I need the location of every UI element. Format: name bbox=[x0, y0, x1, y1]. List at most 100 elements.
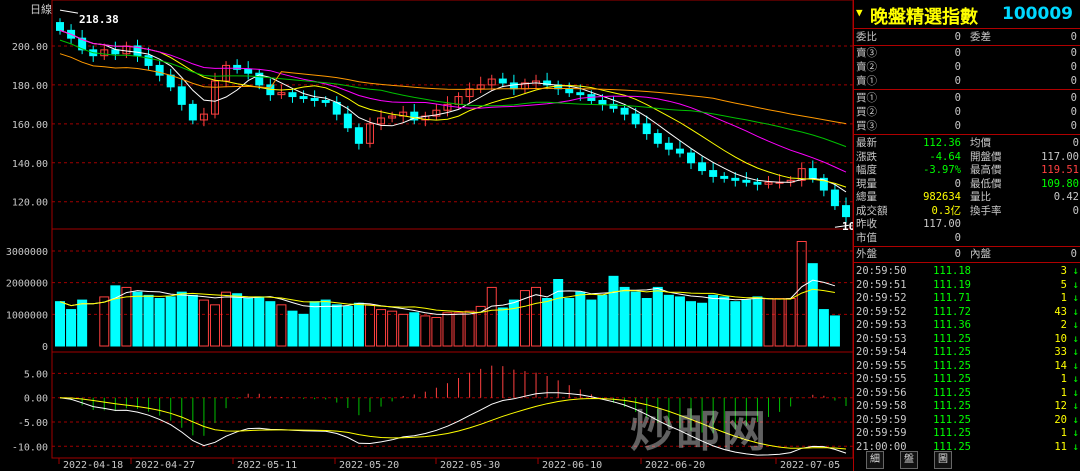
candle-body bbox=[642, 123, 651, 135]
tick-row: 20:59:55 111.25 14 ↓ bbox=[854, 359, 1080, 373]
volume-bar bbox=[387, 310, 398, 347]
volume-bar bbox=[309, 301, 320, 347]
volume-bar bbox=[708, 294, 719, 347]
tick-price: 111.25 bbox=[933, 427, 971, 439]
tick-row: 20:59:59 111.25 20 ↓ bbox=[854, 413, 1080, 427]
quote-row: 幅度 -3.97% 最高價 119.51 bbox=[854, 163, 1080, 177]
value: 119.51 bbox=[1041, 164, 1079, 176]
volume-bar bbox=[331, 304, 342, 347]
candle-body bbox=[498, 78, 507, 84]
candle-body bbox=[620, 107, 629, 115]
tick-qty: 3 bbox=[1060, 265, 1067, 277]
volume-bar bbox=[674, 296, 685, 347]
tick-qty: 5 bbox=[1060, 278, 1067, 291]
price-tick-label: 200.00 bbox=[12, 42, 48, 53]
volume-tick-label: 0 bbox=[42, 342, 48, 353]
order-ratio-row: 委比 0 委差 0 bbox=[854, 30, 1080, 44]
label: 最低價 bbox=[970, 177, 1002, 190]
buy-row: 買② 0 0 bbox=[854, 105, 1080, 119]
tick-dir: ↓ bbox=[1072, 278, 1079, 291]
volume-bar bbox=[763, 298, 774, 347]
tick-dir: ↓ bbox=[1072, 332, 1079, 345]
candle-body bbox=[188, 103, 197, 121]
volume-bar bbox=[353, 302, 364, 347]
candle-body bbox=[753, 181, 762, 185]
value: 0 bbox=[954, 31, 961, 43]
tick-row: 20:59:52 111.71 1 ↓ bbox=[854, 291, 1080, 305]
value: -4.64 bbox=[929, 150, 961, 163]
tick-row: 20:59:53 111.25 10 ↓ bbox=[854, 332, 1080, 346]
candle-body bbox=[631, 113, 640, 125]
price-tick-label: 180.00 bbox=[12, 81, 48, 92]
label: 買③ bbox=[856, 120, 877, 132]
tick-time: 20:59:55 bbox=[856, 373, 907, 385]
label: 幅度 bbox=[856, 164, 877, 176]
tick-price: 111.19 bbox=[933, 278, 971, 291]
volume-bar bbox=[641, 298, 652, 347]
tick-dir: ↓ bbox=[1072, 319, 1079, 331]
tick-price: 111.36 bbox=[933, 319, 971, 331]
value: 0 bbox=[954, 75, 961, 87]
tick-time: 20:59:52 bbox=[856, 305, 907, 318]
tick-dir: ↓ bbox=[1072, 386, 1079, 399]
quote-row: 市值 0 bbox=[854, 231, 1080, 245]
value: 0 bbox=[1070, 106, 1077, 118]
volume-bar bbox=[553, 279, 564, 347]
volume-bar bbox=[774, 298, 785, 347]
tick-qty: 1 bbox=[1060, 292, 1067, 304]
label: 最新 bbox=[856, 137, 877, 149]
tick-time: 20:59:53 bbox=[856, 332, 907, 345]
date-label: 2022-06-10 bbox=[542, 460, 602, 471]
value: 0 bbox=[954, 248, 961, 260]
tick-dir: ↓ bbox=[1072, 359, 1079, 372]
label: 成交額 bbox=[856, 204, 888, 217]
watermark: 炒邮网 bbox=[630, 406, 768, 457]
candle-body bbox=[299, 96, 308, 100]
value: 0 bbox=[954, 177, 961, 190]
tick-dir: ↓ bbox=[1072, 400, 1079, 412]
volume-bar bbox=[232, 293, 243, 347]
value: 0 bbox=[954, 92, 961, 104]
volume-bar bbox=[143, 294, 154, 347]
date-label: 2022-04-18 bbox=[63, 460, 123, 471]
label: 均價 bbox=[970, 137, 991, 149]
volume-bar bbox=[209, 304, 220, 347]
volume-bar bbox=[597, 294, 608, 347]
tick-time: 20:59:59 bbox=[856, 427, 907, 439]
quote-row: 漲跌 -4.64 開盤價 117.00 bbox=[854, 150, 1080, 164]
sell-row: 賣① 0 0 bbox=[854, 74, 1080, 88]
volume-bar bbox=[342, 305, 353, 347]
candle-body bbox=[842, 205, 850, 218]
candle-body bbox=[244, 68, 253, 74]
tick-row: 20:59:59 111.25 1 ↓ bbox=[854, 426, 1080, 440]
label: 委差 bbox=[970, 31, 991, 43]
volume-bar bbox=[807, 263, 818, 347]
period-label: 日線 bbox=[30, 2, 52, 16]
value: 0 bbox=[1072, 137, 1079, 149]
tick-row: 20:59:58 111.25 12 ↓ bbox=[854, 399, 1080, 413]
candle-body bbox=[166, 74, 175, 88]
tick-time: 20:59:51 bbox=[856, 278, 907, 291]
volume-bar bbox=[586, 299, 597, 347]
tab-chart[interactable]: 圖 bbox=[934, 451, 952, 469]
label: 現量 bbox=[856, 177, 877, 190]
label: 量比 bbox=[970, 191, 991, 203]
candle-body bbox=[653, 133, 662, 144]
date-label: 2022-06-20 bbox=[645, 460, 705, 471]
expand-icon[interactable]: ▼ bbox=[856, 6, 863, 19]
tick-qty: 10 bbox=[1054, 332, 1067, 345]
volume-bar bbox=[829, 315, 840, 347]
value: 0 bbox=[954, 47, 961, 59]
in-out-row: 外盤 0 內盤 0 bbox=[854, 247, 1080, 261]
volume-bar bbox=[442, 312, 453, 347]
tick-row: 20:59:54 111.25 33 ↓ bbox=[854, 345, 1080, 359]
label: 外盤 bbox=[856, 248, 877, 260]
tab-book[interactable]: 盤 bbox=[900, 451, 918, 469]
tab-detail[interactable]: 細 bbox=[866, 451, 884, 469]
value: 0 bbox=[1070, 248, 1077, 260]
label: 買② bbox=[856, 106, 877, 118]
volume-bar bbox=[66, 309, 77, 347]
value: 0 bbox=[954, 231, 961, 244]
tick-qty: 1 bbox=[1060, 373, 1067, 385]
quote-row: 現量 0 最低價 109.80 bbox=[854, 177, 1080, 191]
